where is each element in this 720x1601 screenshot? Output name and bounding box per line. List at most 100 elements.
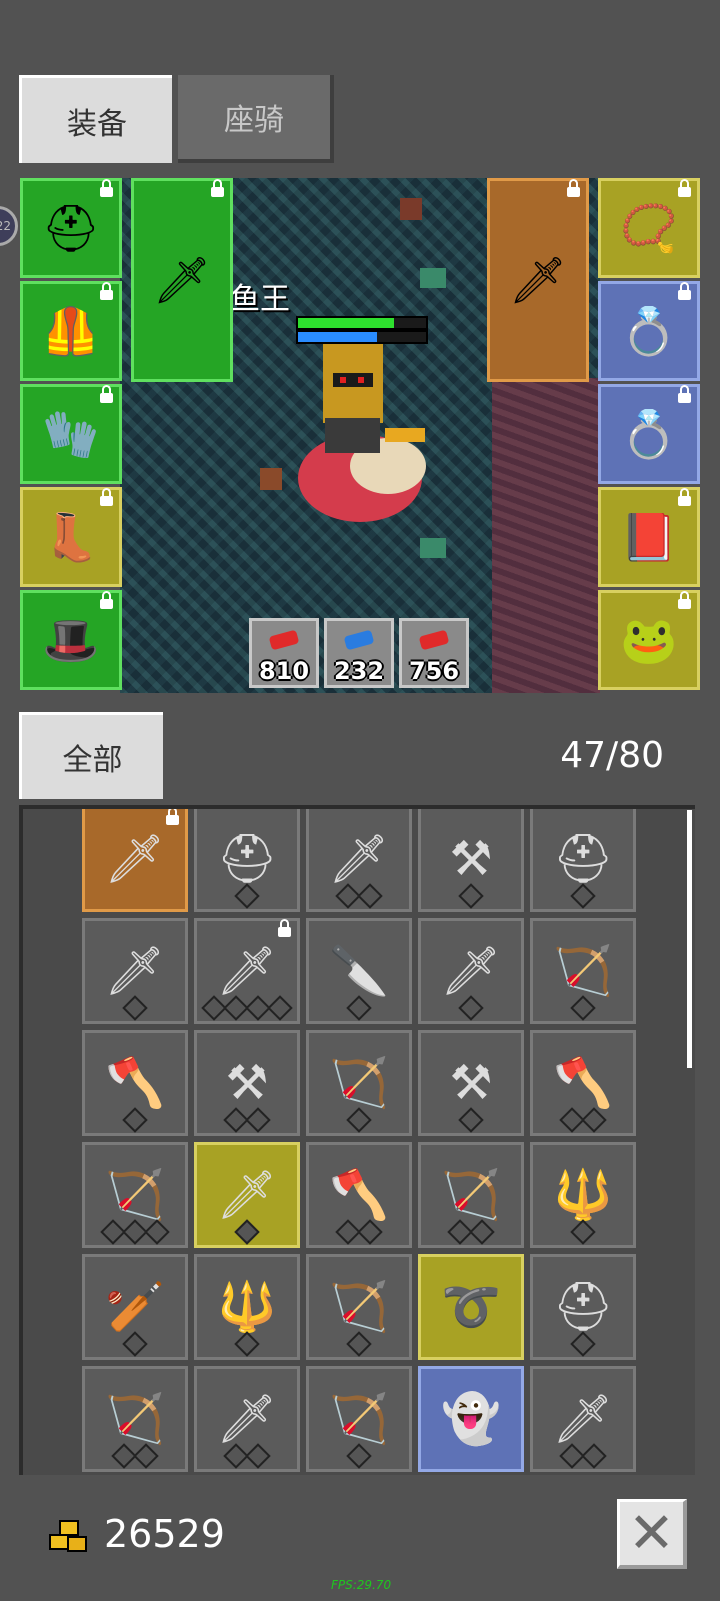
fps-counter: FPS:29.70 (331, 1578, 392, 1592)
inventory-item[interactable]: 🪓 (530, 1030, 636, 1136)
inventory-item[interactable]: ⚒ (418, 1030, 524, 1136)
diamond-icon (570, 995, 596, 1021)
upgrade-level (309, 1219, 409, 1245)
stat-2: 756 (399, 618, 469, 688)
tab-equipment[interactable]: 装备 (19, 75, 172, 163)
inventory-item[interactable]: 🏏 (82, 1254, 188, 1360)
diamond-icon (133, 1443, 159, 1469)
stat-0: 810 (249, 618, 319, 688)
mp-bar-fill (298, 332, 378, 342)
inventory-item[interactable]: 🗡 (82, 918, 188, 1024)
close-icon: ✕ (628, 1501, 675, 1566)
right-slot-2[interactable]: 💍 (598, 384, 700, 484)
inventory-panel[interactable]: 🗡 ⛑ 🗡 ⚒ ⛑ 🗡 🗡 🔪 🗡 🏹 🪓 ⚒ 🏹 ⚒ 🪓 🏹 🗡 🪓 🏹 🔱 🏏 🔱 🏹 ➰ ⛑ 🏹 🗡 🏹 👻 🗡 (19, 805, 695, 1475)
upgrade-level (197, 1219, 297, 1245)
inventory-item[interactable]: ⛑ (530, 809, 636, 912)
offhand-slot[interactable]: 🗡 (487, 178, 589, 382)
close-button[interactable]: ✕ (617, 1499, 687, 1569)
upgrade-level (309, 1443, 409, 1469)
side-bubble-text: 22 (0, 219, 11, 233)
ghost-card-icon: 👻 (441, 1391, 501, 1447)
stat-value: 810 (258, 657, 310, 685)
diamond-icon (234, 883, 260, 909)
inventory-item[interactable]: ⚒ (418, 809, 524, 912)
horned-helmet-icon: ⛑ (216, 831, 278, 887)
inventory-item[interactable]: 🗡 (530, 1366, 636, 1472)
upgrade-level (85, 1443, 185, 1469)
club-icon: 🏏 (105, 1279, 165, 1335)
upgrade-level (85, 1219, 185, 1245)
filter-all-button[interactable]: 全部 (19, 712, 163, 799)
lock-icon (678, 488, 691, 506)
inventory-item[interactable]: 🗡 (306, 809, 412, 912)
lock-icon (100, 591, 113, 609)
weapon-slot[interactable]: 🗡 (131, 178, 233, 382)
upgrade-level (309, 1331, 409, 1357)
inventory-item[interactable]: ⛑ (530, 1254, 636, 1360)
red-sword-icon: 🗡 (104, 831, 166, 887)
diamond-icon (234, 1331, 260, 1357)
side-bubble[interactable]: 22 (0, 206, 18, 246)
inventory-item[interactable]: 🪓 (82, 1030, 188, 1136)
right-slot-4[interactable]: 🐸 (598, 590, 700, 690)
inventory-item[interactable]: 🔱 (194, 1254, 300, 1360)
right-slot-1[interactable]: 💍 (598, 281, 700, 381)
left-slot-4[interactable]: 🎩 (20, 590, 122, 690)
inventory-item[interactable]: 🗡 (194, 1142, 300, 1248)
diamond-icon (346, 1107, 372, 1133)
diamond-icon (122, 1331, 148, 1357)
inventory-item[interactable]: 🗡 (194, 918, 300, 1024)
recurve-bow-icon: 🏹 (105, 1391, 165, 1447)
diamond-icon (458, 995, 484, 1021)
hp-bar (296, 316, 428, 330)
left-slot-2[interactable]: 🧤 (20, 384, 122, 484)
crossbow-icon: 🏹 (329, 1279, 389, 1335)
spell-book-icon: 📕 (620, 510, 678, 564)
inventory-item[interactable]: 🔪 (306, 918, 412, 1024)
upgrade-level (85, 995, 185, 1021)
diamond-icon (245, 1443, 271, 1469)
inventory-item[interactable]: 🏹 (306, 1366, 412, 1472)
upgrade-level (421, 1219, 521, 1245)
lock-icon (678, 591, 691, 609)
inventory-item[interactable]: 🗡 (418, 918, 524, 1024)
left-slot-0[interactable]: ⛑ (20, 178, 122, 278)
inventory-count: 47/80 (560, 735, 664, 776)
inventory-item[interactable]: 🪓 (306, 1142, 412, 1248)
blue-gem-icon (343, 629, 375, 651)
inventory-item[interactable]: 👻 (418, 1366, 524, 1472)
right-slot-3[interactable]: 📕 (598, 487, 700, 587)
inventory-item[interactable]: 🗡 (82, 809, 188, 912)
upgrade-level (533, 1107, 633, 1133)
inventory-item[interactable]: 🏹 (418, 1142, 524, 1248)
tab-mount[interactable]: 座骑 (178, 75, 334, 163)
inventory-item[interactable]: 🏹 (306, 1030, 412, 1136)
left-slot-1[interactable]: 🦺 (20, 281, 122, 381)
gold-ring-icon: 💍 (620, 407, 678, 461)
upgrade-level (533, 883, 633, 909)
upgrade-level (421, 883, 521, 909)
inventory-item[interactable]: ⛑ (194, 809, 300, 912)
dark-gauntlet-icon: 🧤 (42, 407, 100, 461)
inventory-item[interactable]: 🏹 (82, 1142, 188, 1248)
inventory-item[interactable]: 🏹 (530, 918, 636, 1024)
inventory-item[interactable]: 🏹 (82, 1366, 188, 1472)
inventory-item[interactable]: 🗡 (194, 1366, 300, 1472)
lock-icon (211, 179, 224, 197)
lock-icon (100, 282, 113, 300)
right-slot-0[interactable]: 📿 (598, 178, 700, 278)
stat-value: 232 (333, 657, 385, 685)
diamond-icon (469, 1219, 495, 1245)
long-sword-icon: 🗡 (440, 943, 502, 999)
upgrade-level (309, 995, 409, 1021)
inventory-item[interactable]: 🏹 (306, 1254, 412, 1360)
belt-icon: ➰ (441, 1279, 501, 1335)
inventory-item[interactable]: ⚒ (194, 1030, 300, 1136)
left-slot-3[interactable]: 👢 (20, 487, 122, 587)
inventory-item[interactable]: 🔱 (530, 1142, 636, 1248)
diamond-icon (346, 1443, 372, 1469)
inventory-scrollbar[interactable] (687, 810, 692, 1068)
diamond-icon (570, 1219, 596, 1245)
diamond-icon (122, 995, 148, 1021)
inventory-item[interactable]: ➰ (418, 1254, 524, 1360)
